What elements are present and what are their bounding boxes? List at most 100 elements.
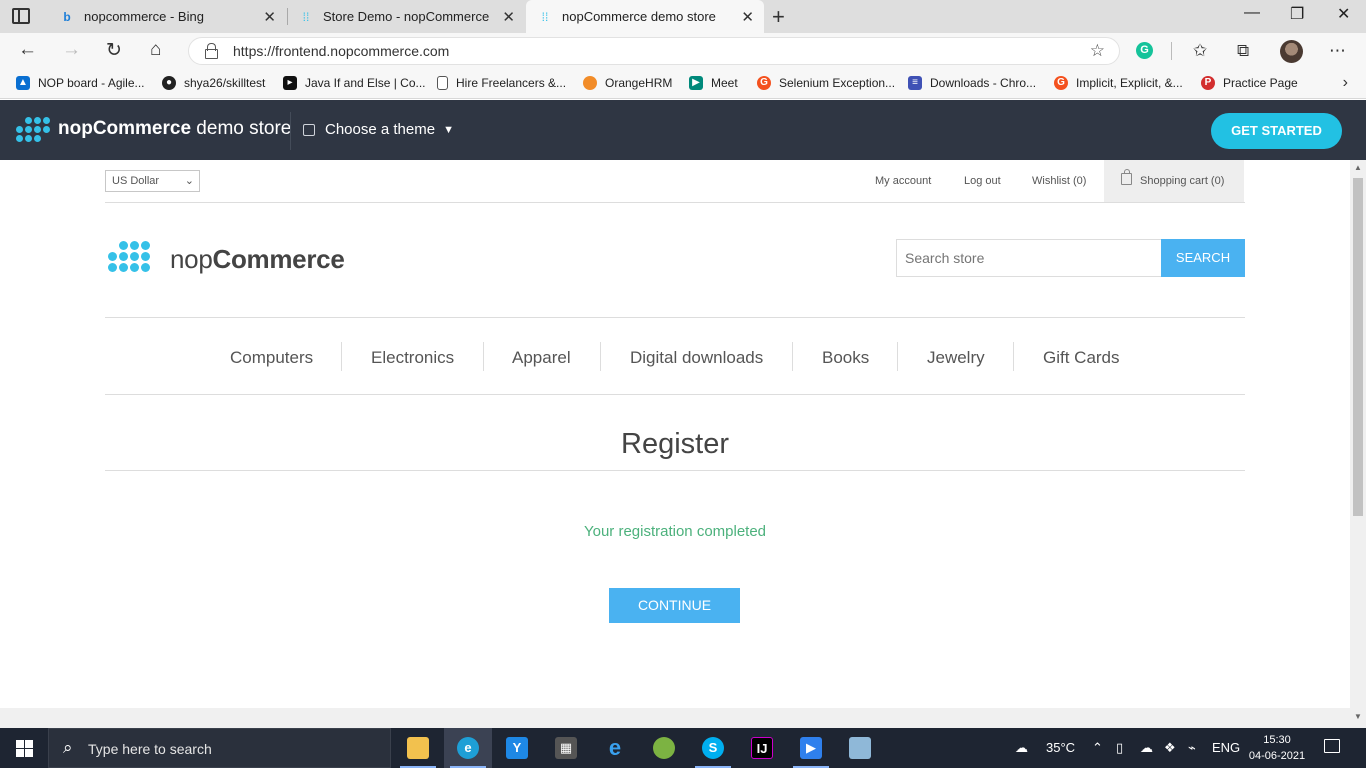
currency-select[interactable]: US Dollar ⌄ <box>105 170 200 192</box>
forward-arrow-icon[interactable]: → <box>62 39 81 61</box>
tab-demo-store[interactable]: ⁞⁞ nopCommerce demo store ✕ <box>526 0 764 33</box>
menu-divider <box>897 342 898 371</box>
network-icon[interactable]: ⌁ <box>1188 740 1196 756</box>
bookmark-item[interactable]: ▶ Meet <box>689 76 738 90</box>
bookmark-item[interactable]: ▸ Java If and Else | Co... <box>283 76 426 90</box>
home-icon[interactable]: ⌂ <box>150 39 161 61</box>
nopcommerce-logo-icon <box>108 241 150 272</box>
menu-item-books[interactable]: Books <box>822 348 869 368</box>
windows-start-icon[interactable] <box>16 740 33 757</box>
favorites-icon[interactable]: ✩ <box>1193 41 1207 61</box>
taskbar-search-box[interactable]: ⌕ Type here to search <box>48 728 391 768</box>
tab-bing[interactable]: b nopcommerce - Bing ✕ <box>48 0 286 33</box>
minimize-icon[interactable]: — <box>1244 4 1260 22</box>
cart-label: Shopping cart (0) <box>1140 175 1225 187</box>
scroll-up-icon[interactable]: ▲ <box>1354 163 1362 172</box>
restore-icon[interactable]: ❐ <box>1290 4 1304 24</box>
bookmark-item[interactable]: Hire Freelancers &... <box>437 76 566 90</box>
menu-divider <box>483 342 484 371</box>
scroll-down-icon[interactable]: ▼ <box>1354 712 1362 721</box>
menu-item-gift-cards[interactable]: Gift Cards <box>1043 348 1120 368</box>
search-input[interactable] <box>896 239 1162 277</box>
get-started-button[interactable]: GET STARTED <box>1211 113 1342 149</box>
app-y[interactable]: Y <box>493 728 541 768</box>
top-menu: Computers Electronics Apparel Digital do… <box>0 318 1350 394</box>
bookmark-item[interactable]: G Selenium Exception... <box>757 76 895 90</box>
close-tab-icon[interactable]: ✕ <box>263 8 276 26</box>
store-page: US Dollar ⌄ My account Log out Wishlist … <box>0 160 1350 708</box>
bookmark-item[interactable]: ● shya26/skilltest <box>162 76 265 90</box>
menu-item-jewelry[interactable]: Jewelry <box>927 348 985 368</box>
image-icon <box>303 123 315 136</box>
edge-app[interactable]: e <box>444 728 492 768</box>
menu-item-electronics[interactable]: Electronics <box>371 348 454 368</box>
address-toolbar: ← → ↻ ⌂ https://frontend.nopcommerce.com… <box>0 33 1366 69</box>
internet-explorer-app[interactable]: e <box>591 728 639 768</box>
greenshot-app[interactable] <box>640 728 688 768</box>
onedrive-icon[interactable]: ☁ <box>1140 740 1153 756</box>
intellij-app[interactable]: IJ <box>738 728 786 768</box>
close-tab-icon[interactable]: ✕ <box>741 8 754 26</box>
chevron-right-icon[interactable]: › <box>1343 74 1348 92</box>
store-app[interactable]: ▦ <box>542 728 590 768</box>
refresh-icon[interactable]: ↻ <box>106 39 122 62</box>
bookmark-item[interactable]: OrangeHRM <box>583 76 672 90</box>
registration-result-message: Your registration completed <box>583 523 767 540</box>
close-tab-icon[interactable]: ✕ <box>502 8 515 26</box>
nopcommerce-logo-icon[interactable] <box>16 117 50 142</box>
logout-link[interactable]: Log out <box>964 175 1001 187</box>
weather-icon[interactable]: ☁ <box>1015 740 1028 756</box>
scrollbar-thumb[interactable] <box>1353 178 1363 516</box>
lock-icon[interactable] <box>205 43 218 59</box>
tab-store-demo[interactable]: ⁞⁞ Store Demo - nopCommerce ✕ <box>287 0 525 33</box>
chevron-up-icon[interactable]: ⌃ <box>1092 740 1103 756</box>
my-account-link[interactable]: My account <box>875 175 931 187</box>
menu-divider <box>600 342 601 371</box>
continue-button[interactable]: CONTINUE <box>609 588 740 623</box>
shopping-cart-link[interactable]: Shopping cart (0) <box>1104 160 1244 202</box>
video-icon: ▶ <box>800 737 822 759</box>
tab-title: nopcommerce - Bing <box>84 9 204 24</box>
choose-theme-dropdown[interactable]: Choose a theme ▼ <box>303 121 454 138</box>
taskbar-clock[interactable]: 15:30 04-06-2021 <box>1246 732 1308 764</box>
demo-brand[interactable]: nopCommerce demo store <box>58 118 291 140</box>
notes-app[interactable] <box>836 728 884 768</box>
device-icon[interactable]: ▯ <box>1116 740 1123 756</box>
shopping-bag-icon <box>1121 169 1132 185</box>
video-app[interactable]: ▶ <box>787 728 835 768</box>
profile-avatar[interactable] <box>1280 40 1303 63</box>
dropbox-icon[interactable]: ❖ <box>1164 740 1176 756</box>
bookmark-item[interactable]: ▲ NOP board - Agile... <box>16 76 145 90</box>
intellij-icon: IJ <box>751 737 773 759</box>
bookmark-item[interactable]: P Practice Page <box>1201 76 1298 90</box>
divider <box>105 470 1245 471</box>
notifications-icon[interactable] <box>1324 739 1340 753</box>
file-explorer-app[interactable] <box>394 728 442 768</box>
new-tab-icon[interactable]: + <box>772 4 785 30</box>
github-icon: ● <box>162 76 176 90</box>
nopcommerce-icon: ⁞⁞ <box>541 9 549 24</box>
back-arrow-icon[interactable]: ← <box>18 39 37 61</box>
selenium-icon: G <box>757 76 771 90</box>
tab-actions-icon[interactable] <box>12 8 30 24</box>
language-indicator[interactable]: ENG <box>1212 740 1240 755</box>
weather-temperature[interactable]: 35°C <box>1046 740 1075 755</box>
collections-icon[interactable]: ⧉ <box>1237 41 1249 61</box>
menu-item-computers[interactable]: Computers <box>230 348 313 368</box>
search-button[interactable]: SEARCH <box>1161 239 1245 277</box>
wishlist-link[interactable]: Wishlist (0) <box>1032 175 1086 187</box>
bookmark-item[interactable]: G Implicit, Explicit, &... <box>1054 76 1183 90</box>
skype-app[interactable]: S <box>689 728 737 768</box>
menu-item-digital-downloads[interactable]: Digital downloads <box>630 348 763 368</box>
vertical-scrollbar[interactable]: ▲ ▼ <box>1350 160 1366 728</box>
menu-item-apparel[interactable]: Apparel <box>512 348 571 368</box>
add-favorite-icon[interactable]: ☆ <box>1090 41 1105 61</box>
close-window-icon[interactable]: ✕ <box>1337 4 1350 24</box>
selenium-icon: G <box>1054 76 1068 90</box>
bookmark-item[interactable]: ≡ Downloads - Chro... <box>908 76 1036 90</box>
more-menu-icon[interactable]: ⋯ <box>1329 41 1346 61</box>
divider <box>105 202 1245 203</box>
url-text[interactable]: https://frontend.nopcommerce.com <box>233 43 449 59</box>
grammarly-extension-icon[interactable]: G <box>1136 42 1153 59</box>
address-bar[interactable]: https://frontend.nopcommerce.com ☆ <box>188 37 1120 65</box>
